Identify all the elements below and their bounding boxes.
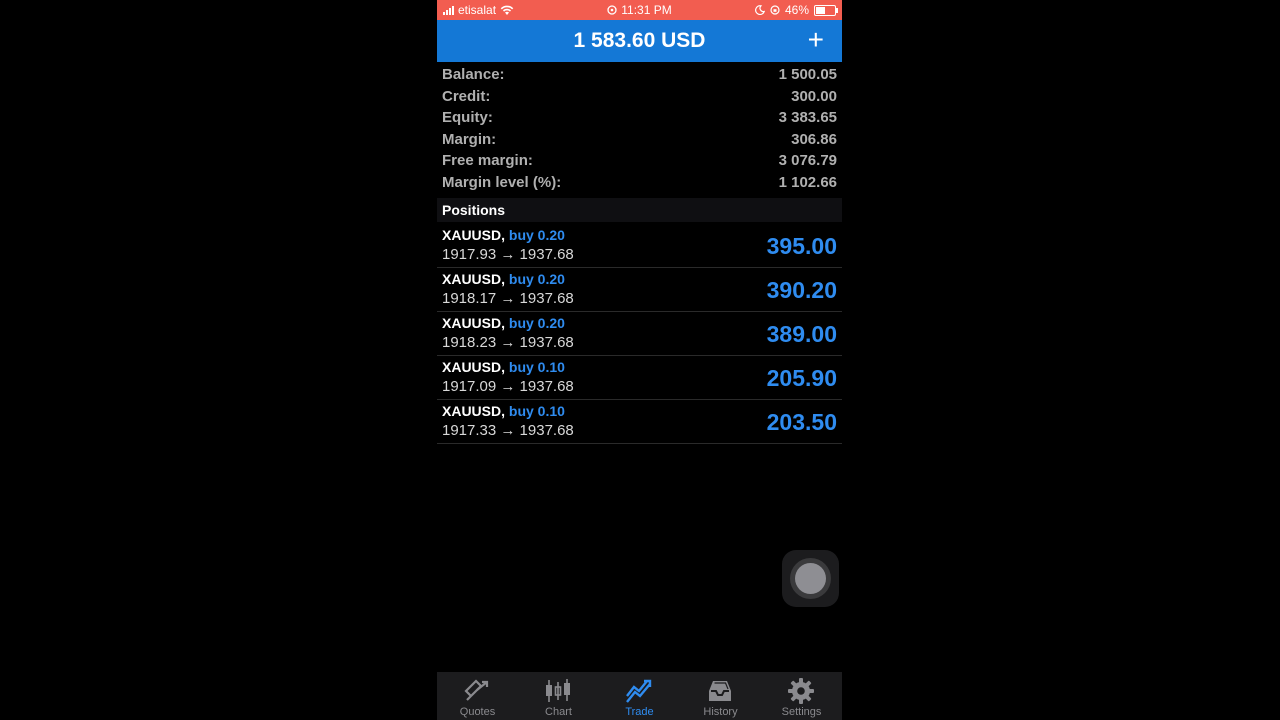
position-profit: 205.90 xyxy=(766,365,837,391)
position-row[interactable]: XAUUSD, buy 0.20 1918.23 → 1937.68 389.0… xyxy=(437,311,842,356)
quotes-icon xyxy=(464,679,489,701)
account-row-free-margin: Free margin: 3 076.79 xyxy=(442,150,837,171)
position-symbol: XAUUSD, xyxy=(442,227,506,243)
account-value: 1 102.66 xyxy=(778,174,837,191)
tab-label: History xyxy=(703,706,738,718)
account-row-balance: Balance: 1 500.05 xyxy=(442,64,837,85)
position-prices: 1917.09 → 1937.68 xyxy=(442,378,574,395)
account-label: Equity: xyxy=(442,109,493,126)
account-value: 3 076.79 xyxy=(778,152,837,169)
tab-chart[interactable]: Chart xyxy=(518,672,599,720)
tab-label: Chart xyxy=(545,706,572,718)
status-right: 46% xyxy=(755,3,838,17)
position-direction: buy 0.20 xyxy=(508,271,565,287)
account-label: Credit: xyxy=(442,88,491,105)
positions-title: Positions xyxy=(442,202,506,218)
tab-quotes[interactable]: Quotes xyxy=(437,672,518,720)
tab-label: Settings xyxy=(781,706,822,718)
tab-bar: Quotes Chart Trade History Settings xyxy=(437,672,842,720)
position-symbol: XAUUSD, xyxy=(442,271,506,287)
account-row-margin-level: Margin level (%): 1 102.66 xyxy=(442,172,837,193)
position-title: XAUUSD, buy 0.10 xyxy=(442,403,565,419)
position-direction: buy 0.20 xyxy=(508,315,565,331)
position-profit: 203.50 xyxy=(766,409,837,435)
position-profit: 395.00 xyxy=(766,233,837,259)
tab-history[interactable]: History xyxy=(680,672,761,720)
position-direction: buy 0.10 xyxy=(508,359,565,375)
position-row[interactable]: XAUUSD, buy 0.10 1917.33 → 1937.68 203.5… xyxy=(437,399,842,444)
position-prices: 1918.23 → 1937.68 xyxy=(442,334,574,351)
plus-icon[interactable]: + xyxy=(808,26,824,54)
account-value: 300.00 xyxy=(791,88,837,105)
account-label: Free margin: xyxy=(442,152,533,169)
account-value: 3 383.65 xyxy=(778,109,837,126)
position-title: XAUUSD, buy 0.20 xyxy=(442,315,565,331)
trade-trend-icon xyxy=(626,679,652,703)
alarm-icon xyxy=(607,5,617,15)
account-row-equity: Equity: 3 383.65 xyxy=(442,107,837,128)
account-label: Margin: xyxy=(442,131,497,148)
position-prices: 1917.93 → 1937.68 xyxy=(442,246,574,263)
tab-label: Quotes xyxy=(459,706,496,718)
rotation-lock-icon xyxy=(770,5,780,15)
moon-icon xyxy=(755,5,765,15)
history-inbox-icon xyxy=(709,681,731,701)
account-label: Balance: xyxy=(442,66,505,83)
header-total: 1 583.60 USD xyxy=(573,29,706,52)
position-symbol: XAUUSD, xyxy=(442,359,506,375)
position-prices: 1917.33 → 1937.68 xyxy=(442,422,574,439)
position-row[interactable]: XAUUSD, buy 0.20 1918.17 → 1937.68 390.2… xyxy=(437,267,842,312)
tab-trade[interactable]: Trade xyxy=(599,672,680,720)
tab-settings[interactable]: Settings xyxy=(761,672,842,720)
account-value: 306.86 xyxy=(791,131,837,148)
tab-label: Trade xyxy=(625,706,654,718)
position-row[interactable]: XAUUSD, buy 0.10 1917.09 → 1937.68 205.9… xyxy=(437,355,842,400)
position-profit: 389.00 xyxy=(766,321,837,347)
app-header: 1 583.60 USD + xyxy=(437,20,842,62)
battery-fill xyxy=(816,6,826,14)
phone-screen: etisalat 11:31 PM 46% 1 583.60 USD + Bal… xyxy=(437,0,842,720)
assistive-touch-button[interactable] xyxy=(782,550,839,607)
battery-percent: 46% xyxy=(784,3,809,17)
assistive-touch-dot xyxy=(795,563,826,594)
account-row-margin: Margin: 306.86 xyxy=(442,129,837,150)
account-row-credit: Credit: 300.00 xyxy=(442,86,837,107)
position-direction: buy 0.10 xyxy=(508,403,565,419)
positions-section-header: Positions xyxy=(437,198,842,222)
account-label: Margin level (%): xyxy=(442,174,562,191)
status-time: 11:31 PM xyxy=(621,3,672,17)
position-symbol: XAUUSD, xyxy=(442,315,506,331)
position-prices: 1918.17 → 1937.68 xyxy=(442,290,574,307)
position-title: XAUUSD, buy 0.20 xyxy=(442,271,565,287)
position-row[interactable]: XAUUSD, buy 0.20 1917.93 → 1937.68 395.0… xyxy=(437,223,842,268)
position-title: XAUUSD, buy 0.10 xyxy=(442,359,565,375)
status-bar: etisalat 11:31 PM 46% xyxy=(437,0,842,20)
account-value: 1 500.05 xyxy=(778,66,837,83)
position-symbol: XAUUSD, xyxy=(442,403,506,419)
position-profit: 390.20 xyxy=(766,277,837,303)
gear-icon xyxy=(788,678,814,704)
candlestick-chart-icon xyxy=(546,679,570,702)
position-direction: buy 0.20 xyxy=(508,227,565,243)
position-title: XAUUSD, buy 0.20 xyxy=(442,227,565,243)
battery-icon xyxy=(814,4,838,16)
